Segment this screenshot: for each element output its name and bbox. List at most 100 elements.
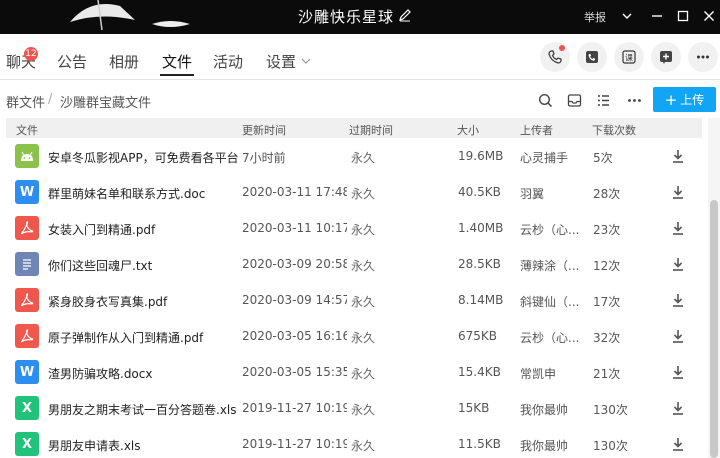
file-uploader: 我你最帅 bbox=[520, 439, 569, 453]
file-size: 15KB bbox=[458, 401, 490, 415]
table-row[interactable]: 安卓冬瓜影视APP，可免费看各平台... 7小时前 永久 19.6MB 心灵捕手 5次 bbox=[6, 138, 702, 174]
download-icon[interactable] bbox=[670, 292, 686, 308]
col-downloads[interactable]: 下载次数 bbox=[592, 122, 636, 138]
col-uploader[interactable]: 上传者 bbox=[520, 122, 553, 138]
col-updated[interactable]: 更新时间 bbox=[242, 122, 286, 138]
xls-file-icon: X bbox=[15, 432, 39, 456]
file-download-count: 130次 bbox=[593, 439, 628, 453]
video-call-button[interactable] bbox=[577, 42, 607, 72]
download-icon[interactable] bbox=[670, 220, 686, 236]
more-options-button[interactable] bbox=[688, 42, 718, 72]
dropdown-icon[interactable] bbox=[618, 7, 636, 25]
breadcrumb-current: 沙雕群宝藏文件 bbox=[60, 96, 152, 111]
file-download-count: 32次 bbox=[593, 331, 621, 345]
search-icon[interactable] bbox=[537, 92, 553, 108]
more-icon bbox=[697, 55, 709, 59]
file-name: 你们这些回魂尸.txt bbox=[48, 259, 153, 273]
scrollbar-thumb[interactable] bbox=[710, 200, 718, 458]
file-updated-time: 2019-11-27 10:19 bbox=[242, 437, 347, 451]
edit-icon[interactable] bbox=[398, 8, 412, 22]
call-notification-dot bbox=[559, 45, 565, 51]
file-size: 1.40MB bbox=[458, 221, 504, 235]
download-icon[interactable] bbox=[670, 184, 686, 200]
table-row[interactable]: W 群里萌妹名单和联系方式.doc 2020-03-11 17:48 永久 40.5KB… bbox=[6, 174, 702, 210]
video-phone-icon bbox=[586, 51, 598, 63]
file-name: 男朋友申请表.xls bbox=[48, 439, 141, 453]
tab-activity[interactable]: 活动 bbox=[213, 51, 243, 72]
file-uploader: 云杪（心... bbox=[520, 223, 580, 237]
maximize-icon[interactable] bbox=[674, 7, 692, 25]
file-updated-time: 7小时前 bbox=[242, 151, 286, 165]
file-download-count: 5次 bbox=[593, 151, 613, 165]
tab-announcement[interactable]: 公告 bbox=[57, 51, 87, 72]
list-view-icon[interactable] bbox=[595, 92, 611, 108]
file-expiry: 永久 bbox=[351, 151, 376, 165]
download-icon[interactable] bbox=[670, 364, 686, 380]
download-icon[interactable] bbox=[670, 328, 686, 344]
table-row[interactable]: W 渣男防骗攻略.docx 2020-03-05 15:35 永久 15.4KB 常凯申 2… bbox=[6, 354, 702, 390]
table-row[interactable]: 紧身胶身衣写真集.pdf 2020-03-09 14:57 永久 8.14MB 斜键仙（… bbox=[6, 282, 702, 318]
classroom-icon: 课 bbox=[622, 50, 636, 64]
settings-chevron-icon[interactable] bbox=[301, 56, 311, 66]
file-uploader: 云杪（心... bbox=[520, 331, 580, 345]
add-app-button[interactable] bbox=[651, 42, 681, 72]
tab-album[interactable]: 相册 bbox=[109, 51, 139, 72]
apk-file-icon bbox=[15, 144, 39, 168]
file-size: 40.5KB bbox=[458, 185, 501, 199]
table-row[interactable]: X 男朋友之期末考试一百分答题卷.xls 2019-11-27 10:19 永久 15K… bbox=[6, 390, 702, 426]
col-expiry[interactable]: 过期时间 bbox=[349, 122, 393, 138]
upload-button[interactable]: + 上传 bbox=[653, 87, 716, 112]
group-banner-art bbox=[70, 0, 190, 31]
upload-label: 上传 bbox=[680, 93, 705, 107]
table-row[interactable]: 原子弹制作从入门到精通.pdf 2020-03-05 16:16 永久 675KB 云杪… bbox=[6, 318, 702, 354]
file-download-count: 17次 bbox=[593, 295, 621, 309]
file-expiry: 永久 bbox=[351, 367, 376, 381]
file-updated-time: 2020-03-05 15:35 bbox=[242, 365, 347, 379]
file-expiry: 永久 bbox=[351, 439, 376, 453]
file-name: 紧身胶身衣写真集.pdf bbox=[48, 295, 168, 309]
plus-icon: + bbox=[664, 90, 678, 109]
active-tab-indicator bbox=[160, 74, 194, 76]
table-row[interactable]: 你们这些回魂尸.txt 2020-03-09 20:58 永久 28.5KB 薄辣涂（.… bbox=[6, 246, 702, 282]
tab-files[interactable]: 文件 bbox=[162, 51, 192, 72]
tab-settings[interactable]: 设置 bbox=[266, 51, 296, 72]
col-size[interactable]: 大小 bbox=[457, 122, 479, 138]
file-expiry: 永久 bbox=[351, 295, 376, 309]
download-icon[interactable] bbox=[670, 400, 686, 416]
file-size: 19.6MB bbox=[458, 149, 504, 163]
file-expiry: 永久 bbox=[351, 223, 376, 237]
file-toolbar: 群文件 / 沙雕群宝藏文件 bbox=[0, 80, 720, 118]
file-uploader: 羽翼 bbox=[520, 187, 545, 201]
minimize-icon[interactable] bbox=[648, 7, 666, 25]
class-button[interactable]: 课 bbox=[614, 42, 644, 72]
file-name: 群里萌妹名单和联系方式.doc bbox=[48, 187, 206, 201]
breadcrumb-root[interactable]: 群文件 bbox=[6, 92, 45, 111]
more-horizontal-icon[interactable] bbox=[626, 92, 642, 108]
download-icon[interactable] bbox=[670, 148, 686, 164]
file-updated-time: 2020-03-09 14:57 bbox=[242, 293, 347, 307]
window-title: 沙雕快乐星球 bbox=[298, 8, 395, 26]
close-icon[interactable] bbox=[700, 7, 718, 25]
file-download-count: 23次 bbox=[593, 223, 621, 237]
voice-call-button[interactable] bbox=[540, 42, 570, 72]
file-name: 原子弹制作从入门到精通.pdf bbox=[48, 331, 204, 345]
file-expiry: 永久 bbox=[351, 331, 376, 345]
file-size: 15.4KB bbox=[458, 365, 501, 379]
xls-file-icon: X bbox=[15, 396, 39, 420]
report-link[interactable]: 举报 bbox=[584, 9, 606, 25]
file-uploader: 心灵捕手 bbox=[520, 151, 569, 165]
download-icon[interactable] bbox=[670, 256, 686, 272]
download-icon[interactable] bbox=[670, 436, 686, 452]
file-updated-time: 2020-03-11 17:48 bbox=[242, 185, 347, 199]
file-updated-time: 2020-03-11 10:17 bbox=[242, 221, 347, 235]
file-name: 女装入门到精通.pdf bbox=[48, 223, 156, 237]
breadcrumb-separator: / bbox=[48, 92, 53, 107]
table-row[interactable]: X 男朋友申请表.xls 2019-11-27 10:19 永久 11.5KB 我你最帅 1… bbox=[6, 426, 702, 458]
file-expiry: 永久 bbox=[351, 403, 376, 417]
file-updated-time: 2019-11-27 10:19 bbox=[242, 401, 347, 415]
inbox-icon[interactable] bbox=[566, 92, 582, 108]
pdf-file-icon bbox=[15, 288, 39, 312]
col-file[interactable]: 文件 bbox=[16, 122, 38, 138]
phone-icon bbox=[548, 50, 562, 64]
table-row[interactable]: 女装入门到精通.pdf 2020-03-11 10:17 永久 1.40MB 云杪（心.… bbox=[6, 210, 702, 246]
